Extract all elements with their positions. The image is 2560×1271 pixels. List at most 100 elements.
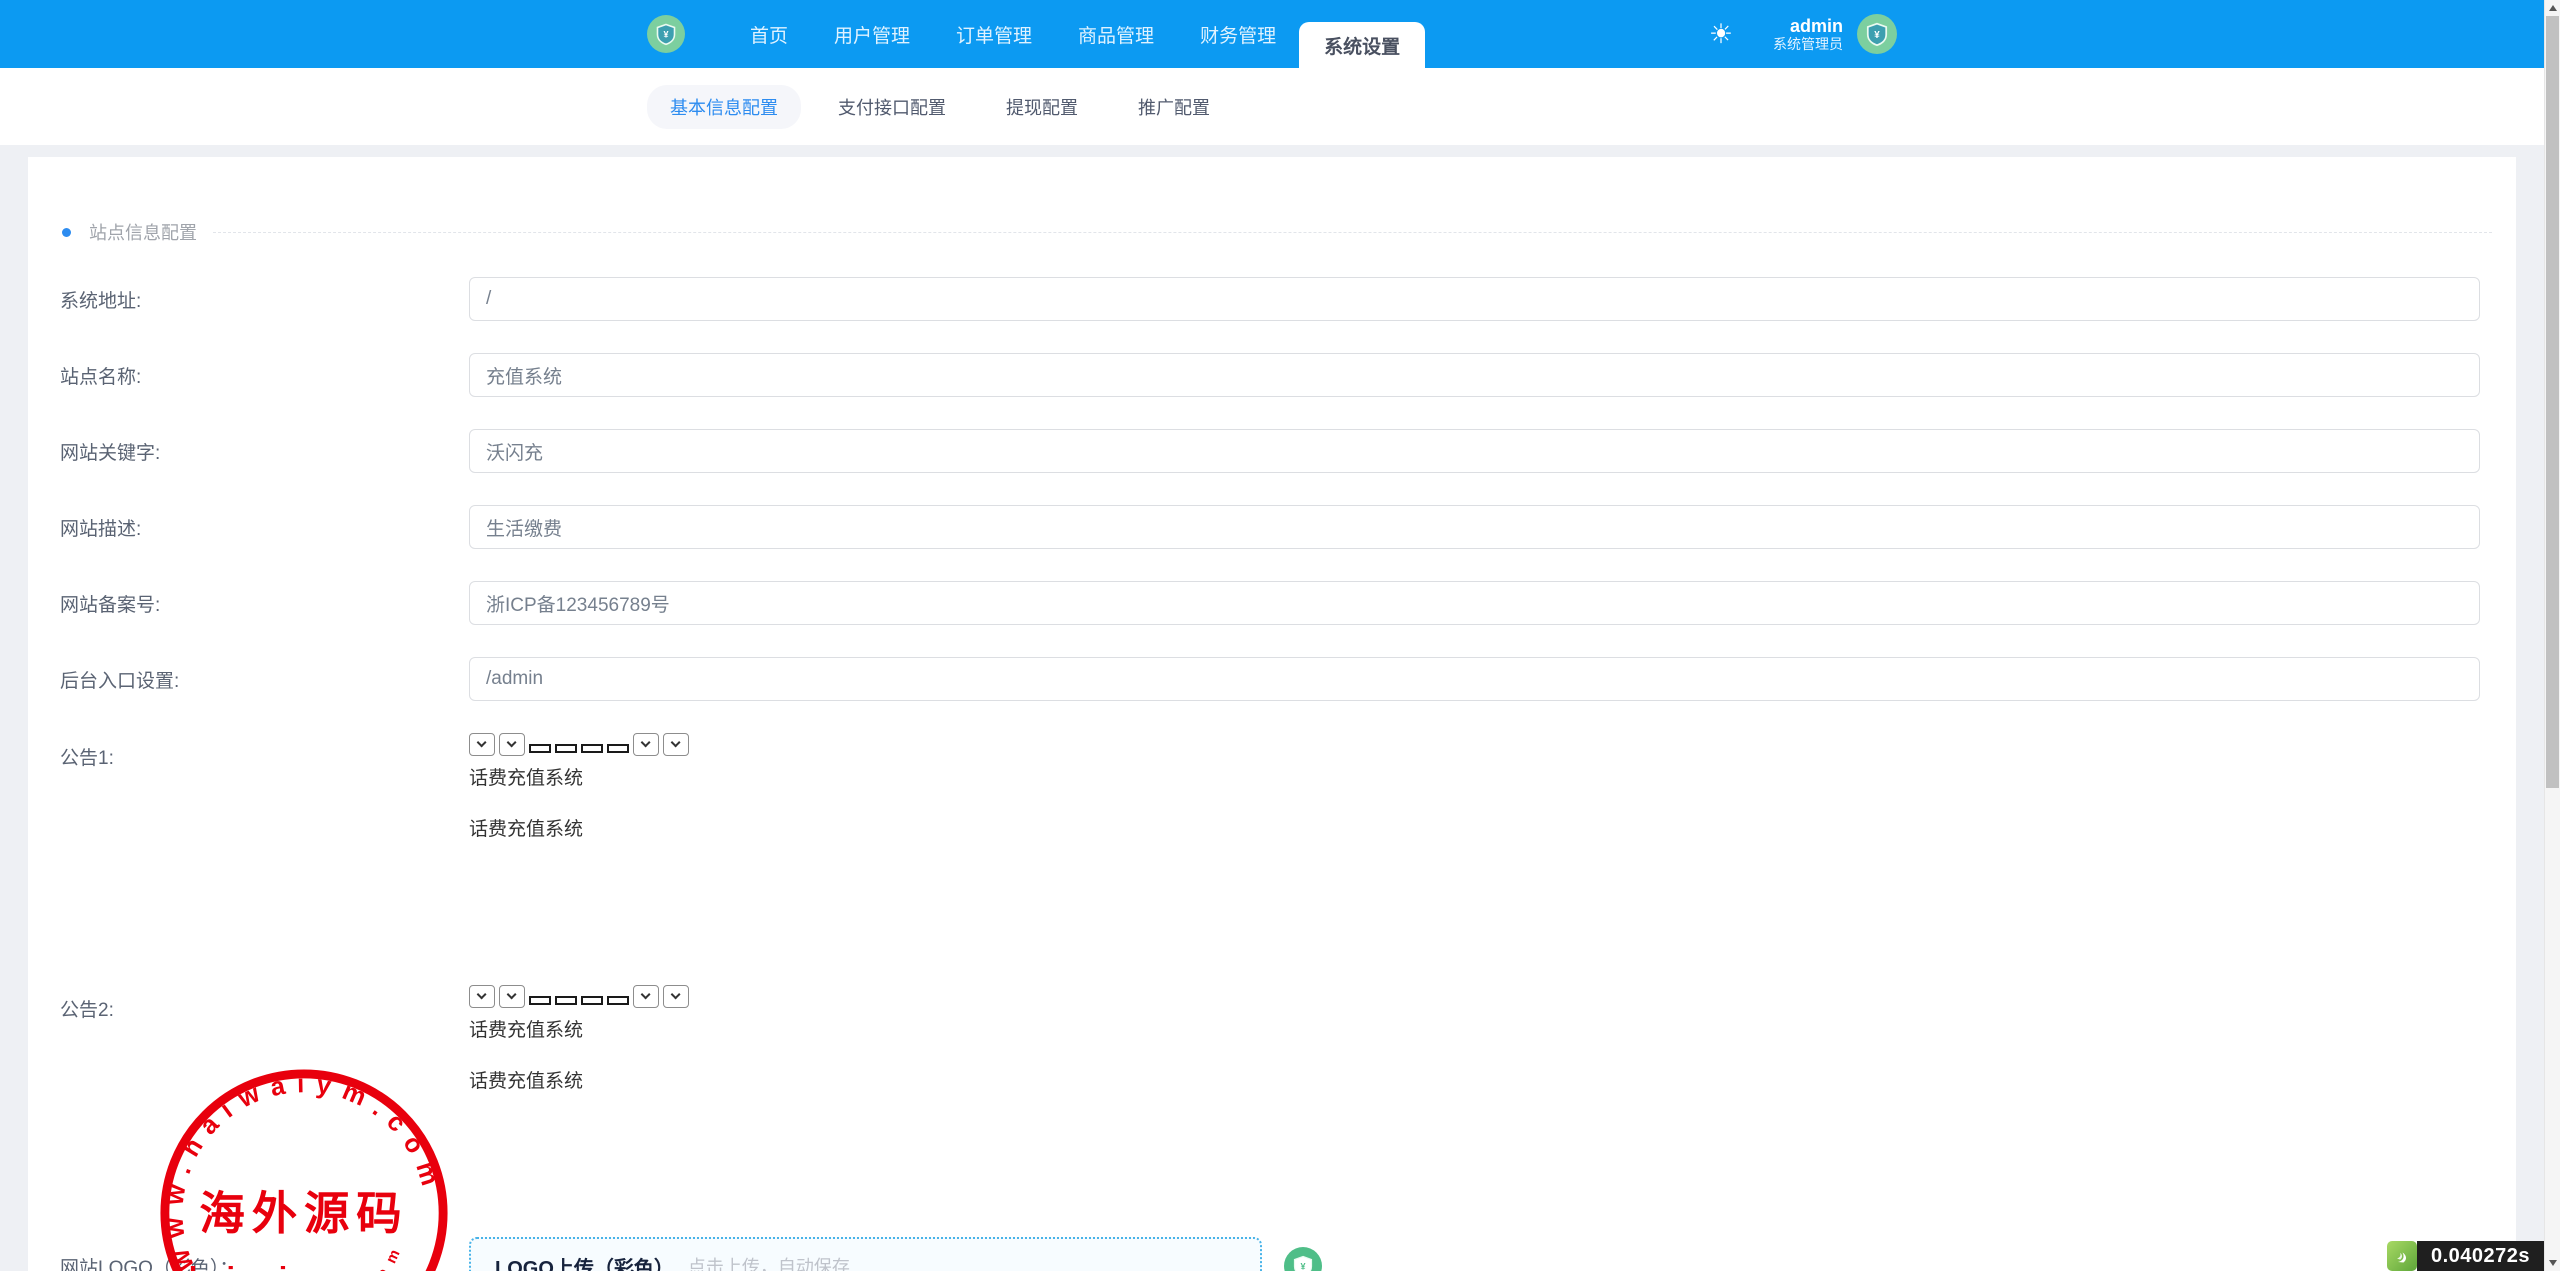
form-row-site-description: 网站描述: [28, 505, 2516, 549]
editor-select-dropdown[interactable] [633, 733, 659, 756]
form-row-site-keywords: 网站关键字: [28, 429, 2516, 473]
tab-basic-info-config[interactable]: 基本信息配置 [647, 85, 801, 129]
editor-toolbar [469, 985, 2480, 1008]
thinkphp-flame-icon[interactable] [2387, 1241, 2417, 1271]
scrollbar-thumb[interactable] [2546, 16, 2559, 788]
field-label: 系统地址: [28, 286, 469, 313]
editor-toolbar-button[interactable] [529, 744, 551, 753]
logo-preview: ¥ [1284, 1247, 1322, 1271]
nav-item-finance[interactable]: 财务管理 [1177, 0, 1299, 68]
upload-hint: 点击上传，自动保存 [688, 1253, 850, 1271]
field-label: 网站关键字: [28, 438, 469, 465]
form-row-system-url: 系统地址: [28, 277, 2516, 321]
field-label: 公告1: [28, 733, 469, 770]
user-role: 系统管理员 [1773, 36, 1843, 52]
settings-card: 站点信息配置 系统地址: 站点名称: 网站关键字: [28, 157, 2516, 1271]
debug-trace-widget[interactable]: 0.040272s [2387, 1241, 2544, 1271]
top-navbar: ¥ 首页 用户管理 订单管理 商品管理 财务管理 系统设置 ☀ admin 系统… [0, 0, 2544, 68]
notice-text-line: 话费充值系统 [469, 814, 2480, 841]
chevron-down-icon [507, 990, 517, 1000]
editor-toolbar [469, 733, 2480, 756]
shield-yen-icon: ¥ [1864, 21, 1890, 47]
editor-select-dropdown[interactable] [663, 733, 689, 756]
triangle-up-icon [2549, 5, 2557, 11]
editor-toolbar-button[interactable] [529, 996, 551, 1005]
secondary-nav: 基本信息配置 支付接口配置 提现配置 推广配置 [0, 68, 2544, 145]
nav-item-system-settings[interactable]: 系统设置 [1299, 22, 1425, 68]
form-row-notice-1: 公告1: 话费充值系统 话费充值系统 [28, 733, 2516, 953]
form-row-site-logo: 网站LOGO（彩色）： LOGO上传（彩色） 点击上传，自动保存 ¥ [28, 1237, 2516, 1271]
nav-item-users[interactable]: 用户管理 [811, 0, 933, 68]
user-meta[interactable]: admin 系统管理员 [1773, 16, 1843, 53]
editor-select-dropdown[interactable] [499, 733, 525, 756]
scrollbar-up-button[interactable] [2545, 0, 2560, 16]
main-menu: 首页 用户管理 订单管理 商品管理 财务管理 系统设置 [727, 0, 1425, 68]
tab-payment-api-config[interactable]: 支付接口配置 [815, 85, 969, 129]
editor-select-dropdown[interactable] [469, 985, 495, 1008]
editor-toolbar-button[interactable] [555, 744, 577, 753]
notice-1-editor[interactable]: 话费充值系统 话费充值系统 [469, 733, 2480, 953]
svg-text:¥: ¥ [1874, 30, 1880, 41]
brand-logo[interactable]: ¥ [647, 15, 685, 53]
chevron-down-icon [641, 738, 651, 748]
shield-yen-icon: ¥ [1291, 1254, 1315, 1271]
nav-item-orders[interactable]: 订单管理 [933, 0, 1055, 68]
nav-item-home[interactable]: 首页 [727, 0, 811, 68]
field-label: 后台入口设置: [28, 666, 469, 693]
system-url-input[interactable] [469, 277, 2480, 321]
chevron-down-icon [477, 990, 487, 1000]
svg-text:¥: ¥ [663, 30, 668, 40]
editor-select-dropdown[interactable] [499, 985, 525, 1008]
scrollbar-down-button[interactable] [2545, 1255, 2560, 1271]
sun-icon[interactable]: ☀ [1709, 21, 1733, 48]
vertical-scrollbar[interactable] [2544, 0, 2560, 1271]
editor-select-dropdown[interactable] [633, 985, 659, 1008]
notice-2-editor[interactable]: 话费充值系统 话费充值系统 [469, 985, 2480, 1205]
chevron-down-icon [641, 990, 651, 1000]
notice-text-line: 话费充值系统 [469, 1066, 2480, 1093]
field-label: 网站备案号: [28, 590, 469, 617]
navbar-inner: ¥ 首页 用户管理 订单管理 商品管理 财务管理 系统设置 ☀ admin 系统… [647, 0, 1897, 68]
avatar[interactable]: ¥ [1857, 14, 1897, 54]
section-header: 站点信息配置 [62, 219, 2492, 245]
flame-icon [2392, 1246, 2412, 1266]
chevron-down-icon [507, 738, 517, 748]
user-name: admin [1773, 16, 1843, 37]
form-row-admin-entry: 后台入口设置: [28, 657, 2516, 701]
editor-toolbar-button[interactable] [607, 996, 629, 1005]
section-title: 站点信息配置 [89, 219, 197, 245]
field-label: 网站描述: [28, 514, 469, 541]
editor-toolbar-button[interactable] [581, 744, 603, 753]
form-row-icp-number: 网站备案号: [28, 581, 2516, 625]
form-row-notice-2: 公告2: 话费充值系统 话费充值系统 [28, 985, 2516, 1205]
logo-upload-button[interactable]: LOGO上传（彩色） 点击上传，自动保存 [469, 1237, 1262, 1271]
chevron-down-icon [671, 990, 681, 1000]
chevron-down-icon [671, 738, 681, 748]
admin-entry-input[interactable] [469, 657, 2480, 701]
page-body: 站点信息配置 系统地址: 站点名称: 网站关键字: [0, 145, 2544, 1271]
editor-select-dropdown[interactable] [469, 733, 495, 756]
field-label: 网站LOGO（彩色）： [28, 1253, 469, 1271]
section-divider [213, 232, 2492, 233]
triangle-down-icon [2549, 1260, 2557, 1266]
editor-toolbar-button[interactable] [607, 744, 629, 753]
site-name-input[interactable] [469, 353, 2480, 397]
editor-toolbar-button[interactable] [555, 996, 577, 1005]
shield-yen-icon: ¥ [654, 22, 678, 46]
site-description-input[interactable] [469, 505, 2480, 549]
icp-number-input[interactable] [469, 581, 2480, 625]
field-label: 公告2: [28, 985, 469, 1022]
notice-text-line: 话费充值系统 [469, 763, 2480, 790]
site-keywords-input[interactable] [469, 429, 2480, 473]
editor-select-dropdown[interactable] [663, 985, 689, 1008]
form-row-site-name: 站点名称: [28, 353, 2516, 397]
tab-promotion-config[interactable]: 推广配置 [1115, 85, 1233, 129]
secondary-nav-inner: 基本信息配置 支付接口配置 提现配置 推广配置 [647, 68, 1897, 129]
chevron-down-icon [477, 738, 487, 748]
section-dot-icon [62, 228, 71, 237]
editor-toolbar-button[interactable] [581, 996, 603, 1005]
nav-item-products[interactable]: 商品管理 [1055, 0, 1177, 68]
svg-text:¥: ¥ [1300, 1262, 1305, 1271]
app-viewport: ¥ 首页 用户管理 订单管理 商品管理 财务管理 系统设置 ☀ admin 系统… [0, 0, 2544, 1271]
tab-withdraw-config[interactable]: 提现配置 [983, 85, 1101, 129]
